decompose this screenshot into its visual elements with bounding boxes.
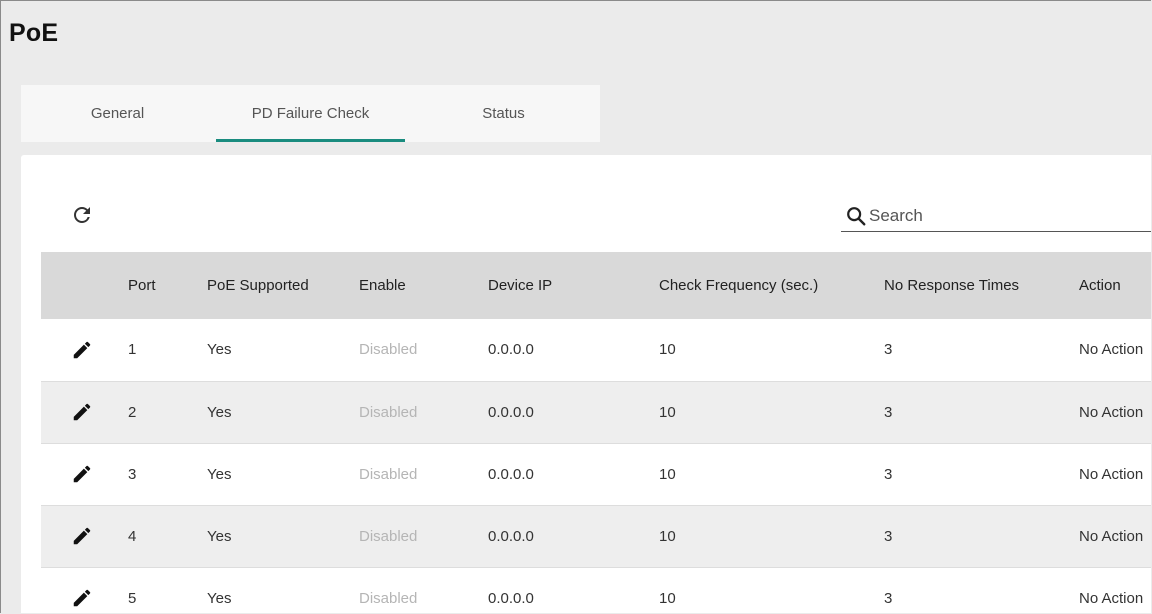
edit-pencil-icon[interactable]	[71, 339, 93, 361]
cell-poe-supported: Yes	[207, 403, 232, 421]
tab-status[interactable]: Status	[407, 85, 600, 142]
cell-device-ip: 0.0.0.0	[488, 403, 534, 421]
tab-general[interactable]: General	[21, 85, 214, 142]
column-header-port[interactable]: Port	[128, 252, 207, 319]
cell-action: No Action	[1079, 589, 1144, 607]
edit-pencil-icon[interactable]	[71, 401, 93, 423]
cell-action: No Action	[1079, 341, 1144, 359]
table-row: 1 Yes Disabled 0.0.0.0 10 3 No Action	[41, 319, 1151, 381]
cell-enable: Disabled	[359, 527, 418, 545]
column-header-device-ip[interactable]: Device IP	[488, 252, 659, 319]
cell-device-ip: 0.0.0.0	[488, 527, 534, 545]
cell-poe-supported: Yes	[207, 465, 232, 483]
cell-poe-supported: Yes	[207, 341, 232, 359]
cell-device-ip: 0.0.0.0	[488, 465, 534, 483]
table-row: 2 Yes Disabled 0.0.0.0 10 3 No Action	[41, 381, 1151, 443]
table-row: 4 Yes Disabled 0.0.0.0 10 3 No Action	[41, 505, 1151, 567]
table-row: 3 Yes Disabled 0.0.0.0 10 3 No Action	[41, 443, 1151, 505]
cell-check-frequency: 10	[659, 589, 676, 607]
column-header-edit	[41, 252, 128, 319]
cell-enable: Disabled	[359, 465, 418, 483]
cell-poe-supported: Yes	[207, 527, 232, 545]
cell-check-frequency: 10	[659, 527, 676, 545]
pd-failure-check-table: Port PoE Supported Enable Device IP Chec…	[41, 252, 1151, 613]
cell-action: No Action	[1079, 465, 1144, 483]
search-icon	[847, 207, 866, 226]
edit-pencil-icon[interactable]	[71, 463, 93, 485]
app-window: PoE General PD Failure Check Status Sear…	[0, 0, 1151, 613]
cell-port: 4	[128, 527, 137, 545]
cell-port: 2	[128, 403, 137, 421]
column-header-no-response-times[interactable]: No Response Times	[884, 252, 1079, 319]
cell-poe-supported: Yes	[207, 589, 232, 607]
tab-bar: General PD Failure Check Status	[21, 85, 600, 142]
cell-action: No Action	[1079, 403, 1144, 421]
edit-pencil-icon[interactable]	[71, 587, 93, 609]
cell-action: No Action	[1079, 527, 1144, 545]
cell-port: 1	[128, 341, 137, 359]
cell-check-frequency: 10	[659, 341, 676, 359]
content-panel: Port PoE Supported Enable Device IP Chec…	[21, 155, 1151, 613]
cell-check-frequency: 10	[659, 465, 676, 483]
tab-pd-failure-check[interactable]: PD Failure Check	[214, 85, 407, 142]
column-header-enable[interactable]: Enable	[359, 252, 488, 319]
column-header-poe-supported[interactable]: PoE Supported	[207, 252, 359, 319]
cell-device-ip: 0.0.0.0	[488, 589, 534, 607]
cell-enable: Disabled	[359, 589, 418, 607]
table-row: 5 Yes Disabled 0.0.0.0 10 3 No Action	[41, 567, 1151, 613]
page-title: PoE	[9, 19, 59, 47]
cell-enable: Disabled	[359, 341, 418, 359]
cell-no-response-times: 3	[884, 403, 893, 421]
column-header-action[interactable]: Action	[1079, 252, 1151, 319]
search-input[interactable]	[869, 206, 1149, 226]
column-header-check-frequency[interactable]: Check Frequency (sec.)	[659, 252, 884, 319]
table-header-row: Port PoE Supported Enable Device IP Chec…	[41, 252, 1151, 319]
refresh-icon[interactable]	[70, 203, 94, 227]
cell-no-response-times: 3	[884, 589, 893, 607]
cell-no-response-times: 3	[884, 465, 893, 483]
cell-device-ip: 0.0.0.0	[488, 341, 534, 359]
cell-port: 5	[128, 589, 137, 607]
cell-check-frequency: 10	[659, 403, 676, 421]
cell-enable: Disabled	[359, 403, 418, 421]
cell-no-response-times: 3	[884, 341, 893, 359]
cell-port: 3	[128, 465, 137, 483]
cell-no-response-times: 3	[884, 527, 893, 545]
search-box	[841, 201, 1151, 232]
edit-pencil-icon[interactable]	[71, 525, 93, 547]
